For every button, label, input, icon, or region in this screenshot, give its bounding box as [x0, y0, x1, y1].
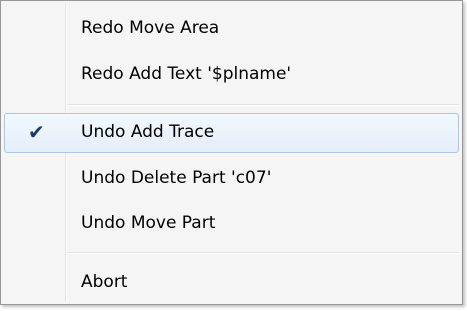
- menu-separator: [67, 104, 459, 106]
- menu-item-undo-add-trace[interactable]: ✔ Undo Add Trace: [4, 113, 459, 153]
- context-menu: Redo Move Area Redo Add Text '$plname' ✔…: [0, 0, 463, 305]
- menu-separator: [67, 252, 459, 254]
- menu-item-redo-move-area[interactable]: Redo Move Area: [4, 9, 459, 49]
- menu-item-abort[interactable]: Abort: [4, 263, 459, 303]
- menu-item-label: Redo Move Area: [81, 18, 220, 38]
- menu-item-label: Undo Delete Part 'c07': [81, 168, 272, 188]
- menu-item-label: Redo Add Text '$plname': [81, 64, 292, 84]
- menu-item-label: Undo Add Trace: [81, 122, 215, 142]
- menu-item-label: Undo Move Part: [81, 213, 216, 233]
- menu-item-redo-add-text[interactable]: Redo Add Text '$plname': [4, 55, 459, 95]
- menu-item-label: Abort: [81, 272, 128, 292]
- menu-item-undo-delete-part[interactable]: Undo Delete Part 'c07': [4, 159, 459, 199]
- checkmark-icon: ✔: [28, 120, 45, 144]
- menu-item-undo-move-part[interactable]: Undo Move Part: [4, 204, 459, 244]
